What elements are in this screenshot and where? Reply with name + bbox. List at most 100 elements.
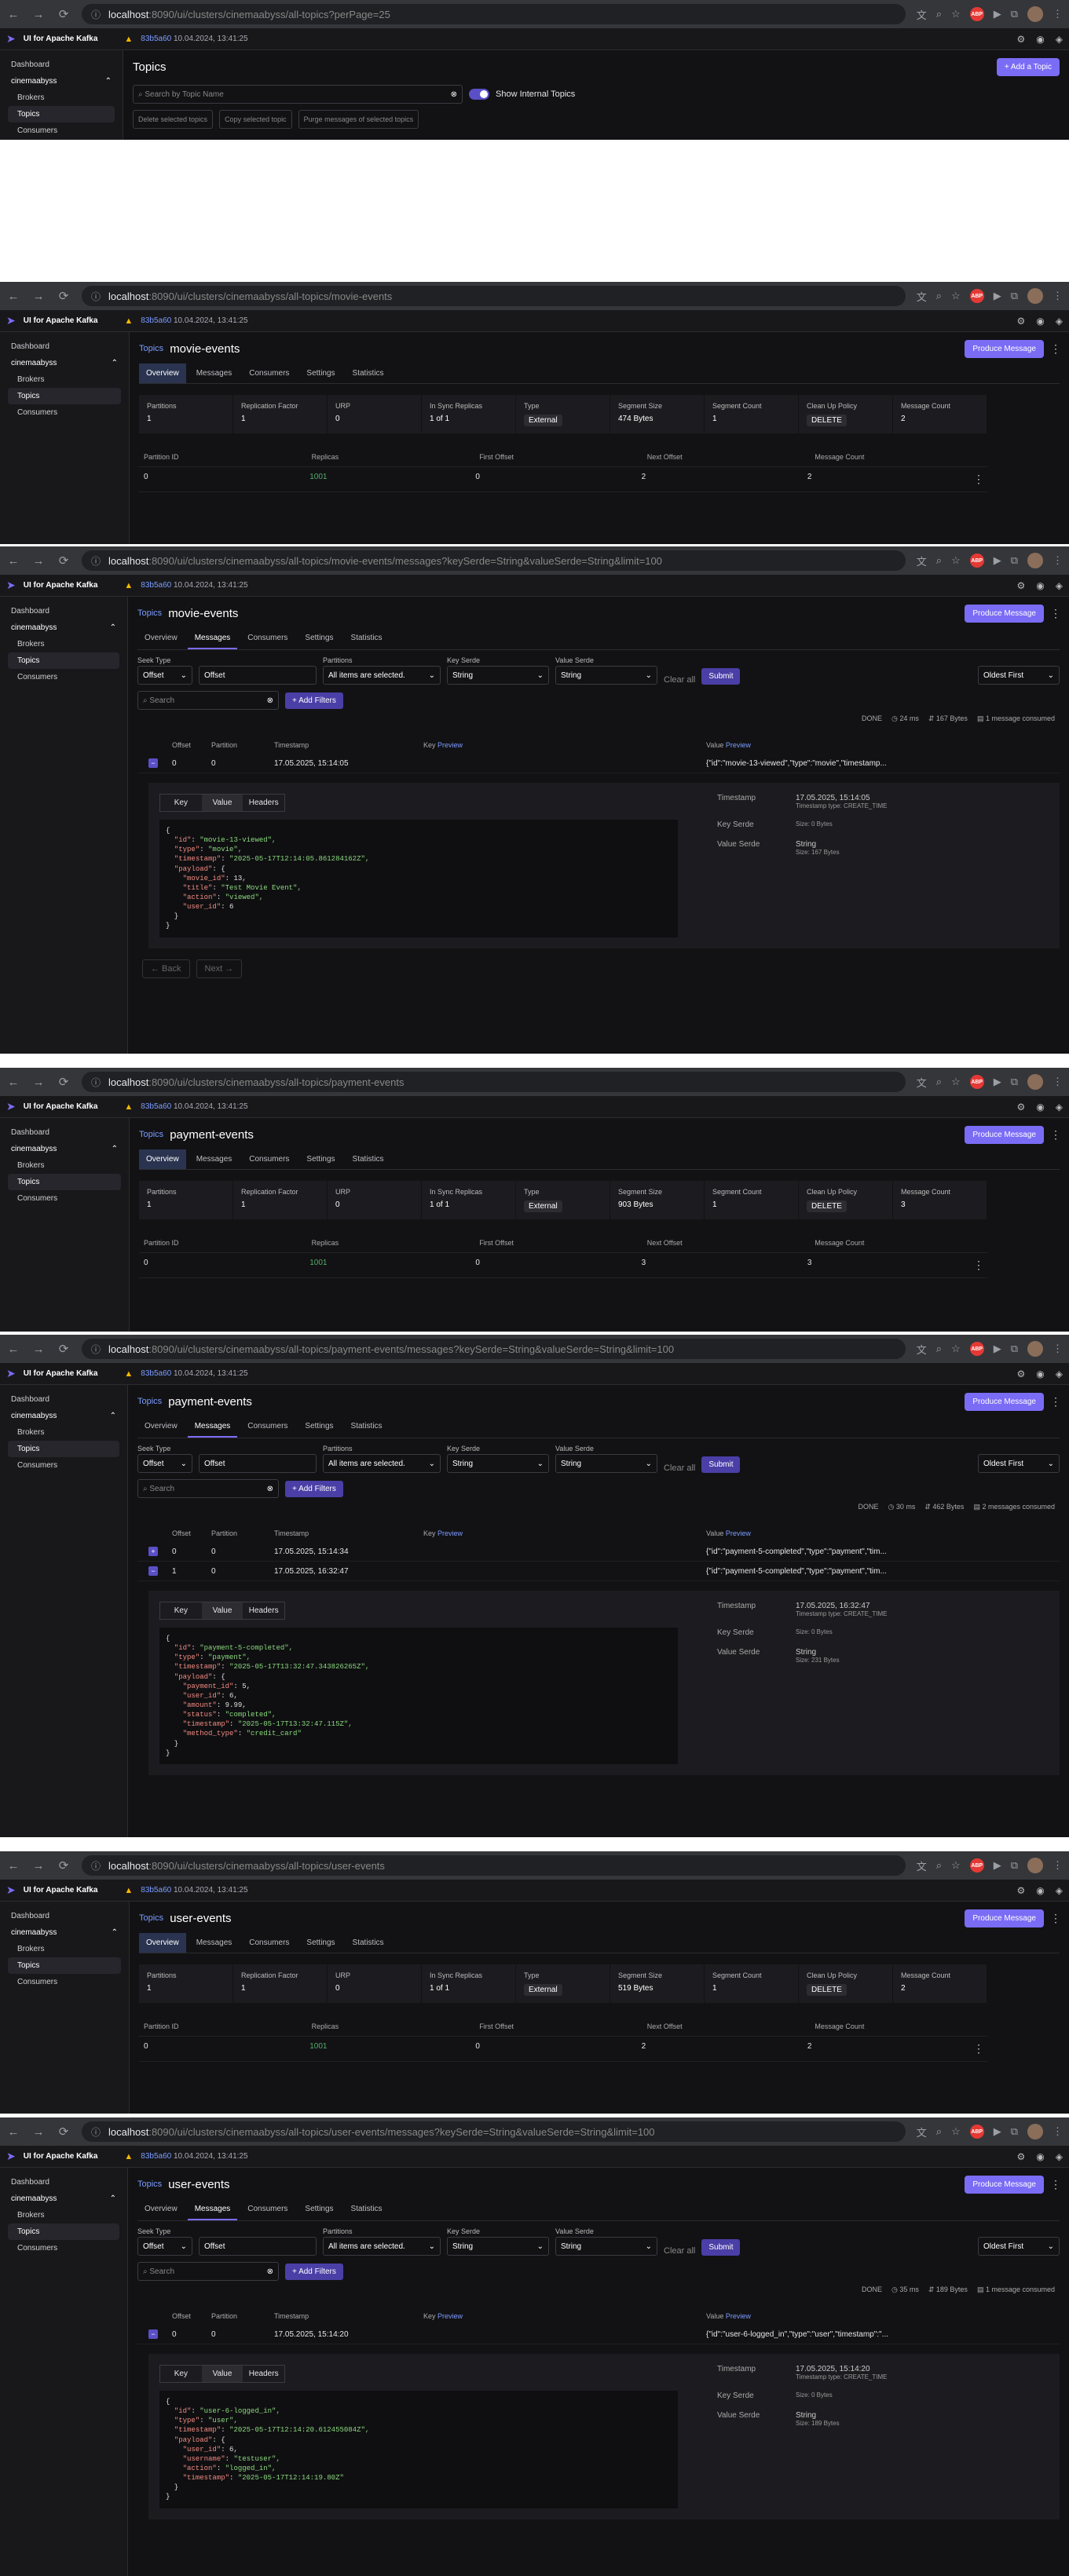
tab-messages[interactable]: Messages <box>189 1149 240 1169</box>
show-internal-toggle[interactable] <box>469 89 489 100</box>
settings-gear-icon[interactable]: ⚙ <box>1017 1885 1026 1896</box>
translate-icon[interactable]: 文 <box>917 2125 927 2139</box>
site-info-icon[interactable]: ⓘ <box>91 1859 101 1873</box>
message-row[interactable]: − 0 0 17.05.2025, 15:14:20 {"id":"user-6-log… <box>137 2325 1060 2344</box>
chrome-menu-icon[interactable]: ⋮ <box>1053 1343 1063 1355</box>
back-arrow-icon[interactable]: ← <box>6 1076 20 1089</box>
site-info-icon[interactable]: ⓘ <box>91 1076 101 1089</box>
clear-search-icon[interactable]: ⊗ <box>267 1485 273 1493</box>
sidebar-cluster[interactable]: cinemaabyss ⌃ <box>8 73 115 90</box>
topic-menu-icon[interactable]: ⋮ <box>1050 1128 1061 1142</box>
zoom-icon[interactable]: ⌕ <box>936 2125 942 2138</box>
back-arrow-icon[interactable]: ← <box>6 1343 20 1356</box>
extension-red-icon[interactable]: ▶ <box>994 1343 1001 1355</box>
site-info-icon[interactable]: ⓘ <box>91 1343 101 1356</box>
bookmark-star-icon[interactable]: ☆ <box>951 2125 961 2138</box>
produce-message-button[interactable]: Produce Message <box>965 339 1044 358</box>
bookmark-star-icon[interactable]: ☆ <box>951 554 961 567</box>
tab-consumers[interactable]: Consumers <box>240 628 295 649</box>
tab-messages[interactable]: Messages <box>189 364 240 383</box>
sidebar-cluster[interactable]: cinemaabyss ⌃ <box>8 2191 119 2207</box>
breadcrumb-topics[interactable]: Topics <box>137 608 162 618</box>
sidebar-item-brokers[interactable]: Brokers <box>8 1941 121 1957</box>
tab-overview[interactable]: Overview <box>139 1933 186 1953</box>
adblock-icon[interactable]: ABP <box>969 289 984 303</box>
back-arrow-icon[interactable]: ← <box>6 1859 20 1873</box>
add-topic-button[interactable]: + Add a Topic <box>996 57 1060 76</box>
tab-consumers[interactable]: Consumers <box>240 1416 295 1438</box>
sidebar-cluster[interactable]: cinemaabyss ⌃ <box>8 1924 121 1941</box>
next-button[interactable]: Next → <box>196 959 243 978</box>
clear-search-icon[interactable]: ⊗ <box>267 2267 273 2276</box>
sidebar-item-brokers[interactable]: Brokers <box>8 2207 119 2223</box>
key-serde-select[interactable]: String ⌄ <box>447 2237 549 2256</box>
version-hash[interactable]: 83b5a60 <box>141 1102 171 1111</box>
address-bar[interactable]: ⓘ localhost:8090/ui/clusters/cinemaabyss/… <box>82 1072 906 1092</box>
seek-type-select[interactable]: Offset ⌄ <box>137 666 192 685</box>
chevron-down-icon[interactable]: ⌄ <box>181 2242 187 2251</box>
tab-settings[interactable]: Settings <box>299 364 342 383</box>
tab-statistics[interactable]: Statistics <box>344 1416 390 1438</box>
chevron-down-icon[interactable]: ⌄ <box>429 671 435 680</box>
headers-tab[interactable]: Headers <box>243 2366 284 2382</box>
sidebar-item-dashboard[interactable]: Dashboard <box>8 338 121 355</box>
tab-overview[interactable]: Overview <box>137 2199 185 2220</box>
clear-all-button[interactable]: Clear all <box>664 675 695 685</box>
offset-input[interactable]: Offset <box>199 1454 317 1473</box>
zoom-icon[interactable]: ⌕ <box>936 8 942 20</box>
key-tab[interactable]: Key <box>160 2366 202 2382</box>
settings-gear-icon[interactable]: ⚙ <box>1017 34 1026 45</box>
chrome-menu-icon[interactable]: ⋮ <box>1053 8 1063 20</box>
kafka-ui-logo-icon[interactable]: ➤ <box>6 1884 16 1897</box>
sidebar-item-topics[interactable]: Topics <box>8 1957 121 1974</box>
kafka-ui-logo-icon[interactable]: ➤ <box>6 2150 16 2163</box>
sidebar-item-dashboard[interactable]: Dashboard <box>8 57 115 73</box>
chevron-down-icon[interactable]: ⌄ <box>429 1460 435 1468</box>
chevron-down-icon[interactable]: ⌄ <box>1048 1460 1054 1468</box>
version-hash[interactable]: 83b5a60 <box>141 1886 171 1895</box>
submit-button[interactable]: Submit <box>701 668 741 685</box>
profile-avatar[interactable] <box>1027 2124 1043 2139</box>
zoom-icon[interactable]: ⌕ <box>936 554 942 567</box>
back-arrow-icon[interactable]: ← <box>6 554 20 568</box>
tab-messages[interactable]: Messages <box>187 628 238 649</box>
headers-tab[interactable]: Headers <box>243 1602 284 1619</box>
add-filters-button[interactable]: + Add Filters <box>285 1480 343 1497</box>
address-bar[interactable]: ⓘ localhost:8090/ui/clusters/cinemaabyss/… <box>82 1855 906 1876</box>
reload-icon[interactable]: ⟳ <box>57 1342 71 1356</box>
profile-avatar[interactable] <box>1027 553 1043 568</box>
key-tab[interactable]: Key <box>160 1602 202 1619</box>
tab-statistics[interactable]: Statistics <box>346 1149 391 1169</box>
discord-icon[interactable]: ◈ <box>1056 34 1063 45</box>
sidebar-item-dashboard[interactable]: Dashboard <box>8 1124 121 1141</box>
sidebar-item-brokers[interactable]: Brokers <box>8 636 119 652</box>
tab-statistics[interactable]: Statistics <box>344 2199 390 2220</box>
back-arrow-icon[interactable]: ← <box>6 2125 20 2139</box>
reload-icon[interactable]: ⟳ <box>57 289 71 303</box>
produce-message-button[interactable]: Produce Message <box>965 604 1044 623</box>
message-row[interactable]: +0 0 17.05.2025, 15:14:34 {"id":"payment-5-… <box>137 1542 1060 1562</box>
version-hash[interactable]: 83b5a60 <box>141 316 171 325</box>
kafka-ui-logo-icon[interactable]: ➤ <box>6 579 16 592</box>
kafka-ui-logo-icon[interactable]: ➤ <box>6 314 16 327</box>
add-filters-button[interactable]: + Add Filters <box>285 2263 343 2280</box>
address-bar[interactable]: ⓘ localhost:8090/ui/clusters/cinemaabyss/… <box>82 286 906 306</box>
tab-statistics[interactable]: Statistics <box>346 1933 391 1953</box>
sidebar-item-dashboard[interactable]: Dashboard <box>8 2174 119 2191</box>
site-info-icon[interactable]: ⓘ <box>91 8 101 21</box>
tab-consumers[interactable]: Consumers <box>240 2199 295 2220</box>
order-select[interactable]: Oldest First ⌄ <box>978 666 1060 685</box>
offset-input[interactable]: Offset <box>199 666 317 685</box>
puzzle-icon[interactable]: ⧉ <box>1011 1859 1018 1872</box>
extension-red-icon[interactable]: ▶ <box>994 1859 1001 1872</box>
value-tab[interactable]: Value <box>201 2366 243 2382</box>
sidebar-item-dashboard[interactable]: Dashboard <box>8 1908 121 1924</box>
chrome-menu-icon[interactable]: ⋮ <box>1053 1859 1063 1872</box>
seek-type-select[interactable]: Offset ⌄ <box>137 1454 192 1473</box>
sidebar-item-consumers[interactable]: Consumers <box>8 1974 121 1990</box>
extension-red-icon[interactable]: ▶ <box>994 8 1001 20</box>
tab-settings[interactable]: Settings <box>299 1149 342 1169</box>
profile-avatar[interactable] <box>1027 1341 1043 1357</box>
headers-tab[interactable]: Headers <box>243 795 284 811</box>
message-row[interactable]: − 1 0 17.05.2025, 16:32:47 {"id":"payment-5-… <box>137 1562 1060 1581</box>
